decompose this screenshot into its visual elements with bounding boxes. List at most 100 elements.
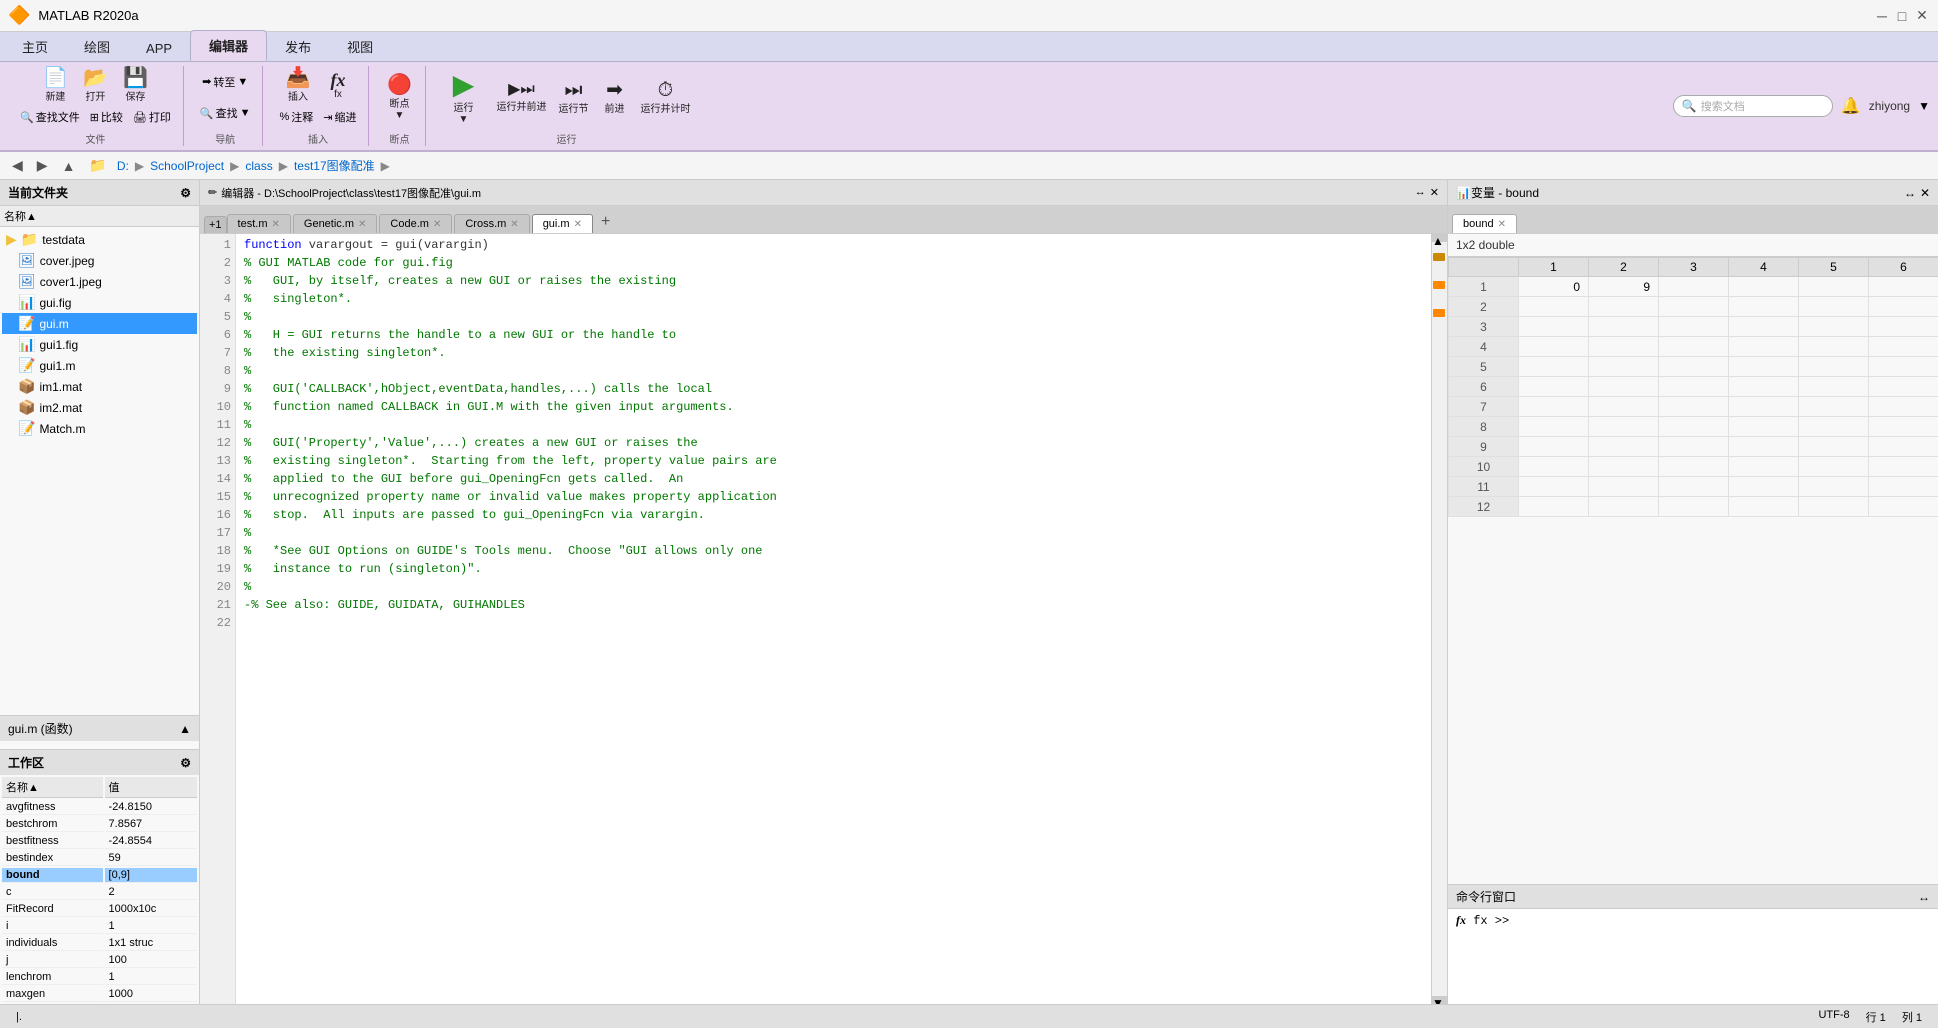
search-box[interactable]: 🔍 搜索文档: [1673, 95, 1833, 117]
var-table-row[interactable]: 10: [1449, 457, 1938, 477]
workspace-row[interactable]: lenchrom 1: [2, 970, 197, 985]
close-codem[interactable]: ✕: [433, 219, 441, 230]
var-cell[interactable]: [1589, 457, 1659, 477]
insert-button[interactable]: 📥 插入: [280, 66, 316, 105]
var-cell[interactable]: [1869, 397, 1938, 417]
var-cell[interactable]: [1799, 377, 1869, 397]
var-cell[interactable]: [1729, 437, 1799, 457]
tab-codem[interactable]: Code.m ✕: [379, 214, 452, 233]
file-item-coverjpeg[interactable]: 🖼 cover.jpeg: [2, 250, 197, 271]
file-item-im2mat[interactable]: 📦 im2.mat: [2, 397, 197, 418]
variable-table-container[interactable]: 1 2 3 4 5 6 10923456789101112: [1448, 257, 1938, 884]
var-close-icon[interactable]: ✕: [1920, 186, 1930, 200]
var-cell[interactable]: [1799, 397, 1869, 417]
workspace-row[interactable]: c 2: [2, 885, 197, 900]
var-cell[interactable]: [1799, 497, 1869, 517]
close-button[interactable]: ✕: [1914, 8, 1930, 24]
var-table-row[interactable]: 12: [1449, 497, 1938, 517]
open-button[interactable]: 📂 打开: [77, 66, 113, 105]
file-item-cover1jpeg[interactable]: 🖼 cover1.jpeg: [2, 271, 197, 292]
run-time-button[interactable]: ⏱ 运行并计时: [636, 78, 694, 117]
var-cell[interactable]: 9: [1589, 277, 1659, 297]
var-tab-close[interactable]: ✕: [1498, 219, 1506, 230]
close-guim[interactable]: ✕: [574, 219, 582, 230]
var-cell[interactable]: [1869, 277, 1938, 297]
var-cell[interactable]: [1799, 457, 1869, 477]
file-item-gui1fig[interactable]: 📊 gui1.fig: [2, 334, 197, 355]
var-cell[interactable]: [1589, 497, 1659, 517]
tab-guim[interactable]: gui.m ✕: [532, 214, 593, 233]
breadcrumb-test17[interactable]: test17图像配准: [294, 157, 375, 174]
var-cell[interactable]: [1659, 297, 1729, 317]
folder-button[interactable]: 📁: [85, 155, 110, 176]
indent-button[interactable]: ⇥ 缩进: [319, 108, 360, 126]
scroll-down[interactable]: ▼: [1432, 996, 1447, 1004]
close-testm[interactable]: ✕: [272, 219, 280, 230]
var-col-6[interactable]: 6: [1869, 258, 1938, 277]
ws-col-name[interactable]: 名称▲: [2, 777, 103, 798]
var-cell[interactable]: [1659, 337, 1729, 357]
compare-button[interactable]: ⊞ 比较: [86, 108, 127, 126]
file-item-testdata[interactable]: ▶ 📁 testdata: [2, 229, 197, 250]
var-cell[interactable]: [1519, 317, 1589, 337]
tab-testm[interactable]: test.m ✕: [227, 214, 291, 233]
workspace-row[interactable]: individuals 1x1 struc: [2, 936, 197, 951]
var-cell[interactable]: [1659, 277, 1729, 297]
back-button[interactable]: ◀: [8, 155, 27, 176]
var-tab-bound[interactable]: bound ✕: [1452, 214, 1517, 233]
var-col-5[interactable]: 5: [1799, 258, 1869, 277]
new-tab-button[interactable]: +: [595, 211, 616, 233]
new-button[interactable]: 📄 新建: [37, 66, 73, 105]
var-cell[interactable]: [1799, 277, 1869, 297]
breakpoint-button[interactable]: 🔴 断点 ▼: [381, 73, 417, 123]
var-cell[interactable]: [1729, 277, 1799, 297]
var-table-row[interactable]: 11: [1449, 477, 1938, 497]
scrollbar-right[interactable]: ▲ ▼: [1431, 234, 1447, 1004]
minimize-button[interactable]: ─: [1874, 8, 1890, 24]
var-cell[interactable]: [1729, 417, 1799, 437]
var-cell[interactable]: [1589, 337, 1659, 357]
file-item-matchm[interactable]: 📝 Match.m: [2, 418, 197, 439]
run-section-button[interactable]: ⏭ 运行节: [554, 78, 592, 117]
var-cell[interactable]: [1659, 397, 1729, 417]
user-account[interactable]: zhiyong: [1869, 99, 1910, 113]
run-button[interactable]: ▶ 运行 ▼: [438, 69, 488, 127]
goto-button[interactable]: ➡ 转至 ▼: [198, 73, 252, 91]
var-table-row[interactable]: 109: [1449, 277, 1938, 297]
cmd-expand-icon[interactable]: ↔: [1918, 890, 1930, 904]
var-cell[interactable]: 0: [1519, 277, 1589, 297]
var-cell[interactable]: [1729, 357, 1799, 377]
var-cell[interactable]: [1659, 477, 1729, 497]
var-cell[interactable]: [1519, 477, 1589, 497]
file-item-guim[interactable]: 📝 gui.m: [2, 313, 197, 334]
var-cell[interactable]: [1659, 497, 1729, 517]
var-cell[interactable]: [1589, 377, 1659, 397]
current-folder-actions[interactable]: ⚙: [180, 186, 191, 200]
var-table-row[interactable]: 4: [1449, 337, 1938, 357]
var-cell[interactable]: [1869, 377, 1938, 397]
maximize-button[interactable]: □: [1894, 8, 1910, 24]
command-content[interactable]: fx fx >>: [1448, 909, 1938, 1004]
tab-publish[interactable]: 发布: [267, 32, 329, 61]
var-cell[interactable]: [1799, 417, 1869, 437]
close-crossm[interactable]: ✕: [510, 219, 518, 230]
var-table-row[interactable]: 9: [1449, 437, 1938, 457]
var-cell[interactable]: [1729, 397, 1799, 417]
file-item-im1mat[interactable]: 📦 im1.mat: [2, 376, 197, 397]
var-cell[interactable]: [1519, 377, 1589, 397]
workspace-settings-icon[interactable]: ⚙: [180, 756, 191, 770]
print-button[interactable]: 🖨 打印: [129, 108, 175, 126]
var-cell[interactable]: [1869, 457, 1938, 477]
workspace-row[interactable]: i 1: [2, 919, 197, 934]
var-cell[interactable]: [1519, 417, 1589, 437]
forward-button[interactable]: ▶: [33, 155, 52, 176]
breadcrumb-schoolproject[interactable]: SchoolProject: [150, 159, 224, 173]
run-advance-button[interactable]: ▶⏭ 运行并前进: [492, 80, 550, 115]
save-button[interactable]: 💾 保存: [117, 66, 153, 105]
ws-col-value[interactable]: 值: [105, 777, 197, 798]
workspace-row[interactable]: bound [0,9]: [2, 868, 197, 883]
editor-expand-icon[interactable]: ↔: [1415, 186, 1426, 199]
var-cell[interactable]: [1729, 297, 1799, 317]
var-expand-icon[interactable]: ↔: [1904, 186, 1916, 200]
var-cell[interactable]: [1589, 397, 1659, 417]
